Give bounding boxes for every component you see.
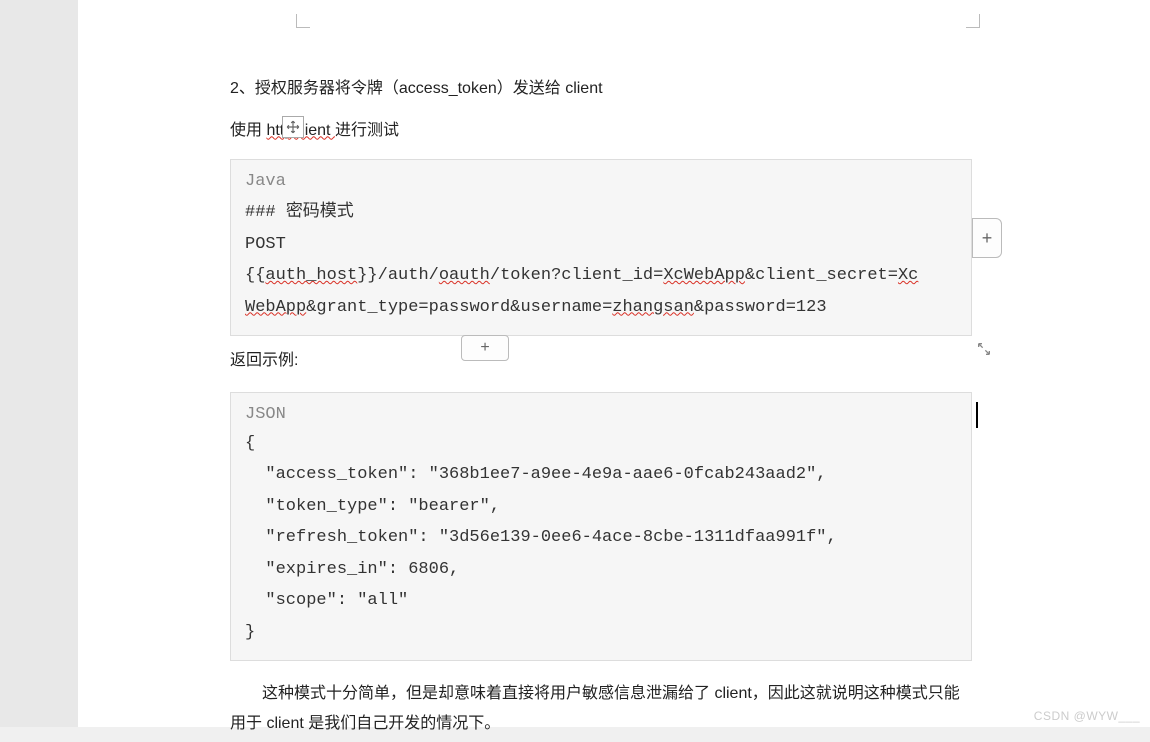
- code-line: "expires_in": 6806,: [245, 554, 957, 585]
- code-block-json[interactable]: JSON { "access_token": "368b1ee7-a9ee-4e…: [230, 392, 972, 661]
- watermark: CSDN @WYW___: [1034, 709, 1140, 723]
- code-line: "token_type": "bearer",: [245, 491, 957, 522]
- code-text: {{: [245, 266, 265, 285]
- code-line: "access_token": "368b1ee7-a9ee-4e9a-aae6…: [245, 459, 957, 490]
- code-language-label: JSON: [245, 405, 957, 424]
- document-page: 2、授权服务器将令牌（access_token）发送给 client 使用 ht…: [78, 0, 1150, 727]
- add-side-button[interactable]: +: [972, 218, 1002, 258]
- code-text: &password=123: [694, 298, 827, 317]
- text-cursor: [976, 402, 978, 428]
- text: 使用: [230, 122, 266, 139]
- move-handle-icon[interactable]: [282, 116, 304, 138]
- expand-icon[interactable]: [973, 338, 995, 360]
- code-text-cn: 密码模式: [286, 201, 354, 220]
- code-line: "scope": "all": [245, 585, 957, 616]
- code-text-val: XcWebApp: [663, 266, 745, 285]
- code-text: &client_secret=: [745, 266, 898, 285]
- left-margin-gutter: [0, 0, 78, 727]
- margin-corner-left: [296, 14, 310, 28]
- code-block-java[interactable]: Java ### 密码模式 POST {{auth_host}}/auth/oa…: [230, 159, 972, 336]
- code-line: {: [245, 428, 957, 459]
- code-line: "refresh_token": "3d56e139-0ee6-4ace-8cb…: [245, 522, 957, 553]
- code-text-path: oauth: [439, 266, 490, 285]
- code-text-val: Xc: [898, 266, 918, 285]
- margin-corner-right: [966, 14, 980, 28]
- add-inline-button[interactable]: +: [461, 335, 509, 361]
- text-line-1: 2、授权服务器将令牌（access_token）发送给 client: [230, 76, 980, 102]
- code-text-val: WebApp: [245, 298, 306, 317]
- text-token: access_token: [399, 80, 497, 97]
- code-line: POST: [245, 229, 957, 260]
- code-line: ### 密码模式: [245, 195, 957, 228]
- code-language-label: Java: [245, 172, 957, 191]
- document-content: 2、授权服务器将令牌（access_token）发送给 client 使用 ht…: [230, 76, 980, 740]
- code-text: /token?client_id=: [490, 266, 663, 285]
- code-text: }}/auth/: [357, 266, 439, 285]
- code-line: }: [245, 617, 957, 648]
- code-text: &grant_type=password&username=: [306, 298, 612, 317]
- code-line: {{auth_host}}/auth/oauth/token?client_id…: [245, 260, 957, 291]
- code-text-val: zhangsan: [612, 298, 694, 317]
- summary-paragraph: 这种模式十分简单，但是却意味着直接将用户敏感信息泄漏给了 client，因此这就…: [230, 679, 972, 740]
- return-example-label: 返回示例:: [230, 346, 980, 370]
- text: 2、授权服务器将令牌（: [230, 80, 399, 97]
- code-text-var: auth_host: [265, 266, 357, 285]
- text: ）发送给 client: [497, 80, 603, 97]
- text: 进行测试: [335, 122, 399, 139]
- code-line: WebApp&grant_type=password&username=zhan…: [245, 292, 957, 323]
- text-line-2: 使用 httpclient 进行测试: [230, 118, 980, 144]
- code-text: ###: [245, 203, 286, 222]
